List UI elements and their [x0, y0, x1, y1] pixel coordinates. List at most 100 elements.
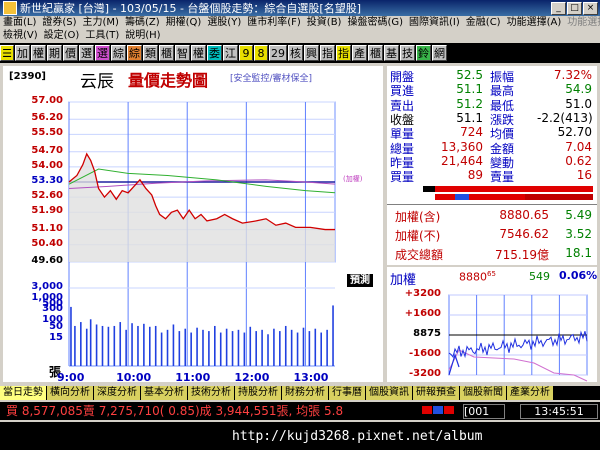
window-title: 新世紀贏家 [台灣] - 103/05/15 - 台盤個股走勢：綜合自選股[名望… [20, 2, 361, 15]
mini-index-change: 549 [529, 270, 550, 283]
menu-item[interactable]: 功能選擇(B) [564, 16, 600, 29]
toolbar-button[interactable]: 9 [239, 45, 253, 61]
toolbar-button[interactable]: 江 [223, 45, 238, 61]
buy-ratio-blue [455, 194, 469, 200]
analysis-tab[interactable]: 個股新聞 [460, 386, 506, 400]
minimize-button[interactable]: _ [551, 1, 566, 15]
analysis-tab[interactable]: 橫向分析 [47, 386, 93, 400]
toolbar-button[interactable]: 指 [320, 45, 335, 61]
menu-item[interactable]: 選股(Y) [204, 16, 244, 29]
price-tick-label: 50.40 [31, 237, 63, 249]
toolbar-button[interactable]: 選 [95, 45, 110, 61]
analysis-tab[interactable]: 當日走勢 [0, 386, 46, 400]
quote-value: -2.2(413) [537, 110, 593, 125]
taiex-mini-chart-svg [448, 294, 588, 382]
toolbar-button[interactable]: 核 [288, 45, 303, 61]
taiex-mini-chart: 加權 888065 549 0.06% +3200 +1600 8875 -1600 -… [387, 267, 597, 382]
toolbar-button[interactable]: 29 [269, 45, 287, 61]
menu-item[interactable]: 設定(O) [41, 29, 83, 42]
analysis-tab[interactable]: 持股分析 [235, 386, 281, 400]
buy-ratio-bar [435, 194, 525, 200]
close-button[interactable]: × [583, 1, 598, 15]
sector-note[interactable]: [安全監控/審材保全] [230, 71, 312, 84]
index-row: 成交總額 715.19億 18.1 [387, 246, 597, 264]
menu-item[interactable]: 投資(B) [304, 16, 345, 29]
stock-code: [2390] [9, 71, 46, 82]
toolbar-button[interactable]: 櫃 [159, 45, 174, 61]
toolbar-button[interactable]: 指 [336, 45, 351, 61]
analysis-tab[interactable]: 個股資訊 [366, 386, 412, 400]
toolbar-button[interactable]: 綜 [127, 45, 142, 61]
toolbar-button[interactable]: 產 [352, 45, 367, 61]
mini-chart-label: 加權 [390, 273, 417, 288]
toolbar-button[interactable]: 網 [432, 45, 447, 61]
analysis-tab[interactable]: 基本分析 [141, 386, 187, 400]
code-input[interactable]: [001 [463, 404, 505, 419]
time-tick-label: 10:00 [116, 371, 152, 384]
index-label: 加權(含) [395, 210, 441, 224]
quote-row: 收盤 51.1 漲跌 -2.2(413) [387, 110, 597, 127]
menu-item[interactable]: 籌碼(Z) [122, 16, 163, 29]
quote-row: 買進 51.1 最高 54.9 [387, 82, 597, 98]
toolbar-button[interactable]: 技 [400, 45, 415, 61]
menu-item[interactable]: 匯市利率(F) [244, 16, 304, 29]
quote-label: 買量 [390, 170, 415, 185]
quote-value: 51.2 [456, 96, 483, 111]
menu-item[interactable]: 國際資訊(I) [406, 16, 463, 29]
toolbar-button[interactable]: 基 [384, 45, 399, 61]
menu-item[interactable]: 主力(M) [80, 16, 122, 29]
toolbar-button[interactable]: 櫃 [368, 45, 383, 61]
menu-item[interactable]: 檢視(V) [0, 29, 41, 42]
toolbar-button[interactable]: 加 [15, 45, 30, 61]
quote-panel: 開盤 52.5 振幅 7.32% 買進 51.1 最高 54.9 賣出 51.2 最低 51.0 收盤 5… [387, 66, 597, 184]
predict-button[interactable]: 預測 [347, 274, 373, 287]
quote-value: 89 [467, 168, 483, 183]
analysis-tab[interactable]: 研報預查 [413, 386, 459, 400]
quote-value: 21,464 [441, 153, 483, 168]
toolbar-button[interactable]: 委 [207, 45, 222, 61]
status-bar: 買 8,577,085賣 7,275,710( 0.85)成 3,944,551… [0, 402, 600, 420]
toolbar-button[interactable]: 綜 [111, 45, 126, 61]
intraday-chart-panel: [2390] 云辰 量價走勢圖 [安全監控/審材保全] 57.00 56.20 55… [3, 66, 383, 384]
menu-item[interactable]: 證券(S) [39, 16, 79, 29]
analysis-tab[interactable]: 技術分析 [188, 386, 234, 400]
chart-title: 量價走勢圖 [128, 71, 209, 90]
quote-row: 買量 89 賣量 16 [387, 168, 597, 185]
menu-item[interactable]: 畫面(L) [0, 16, 39, 29]
analysis-tab[interactable]: 行事曆 [329, 386, 365, 400]
price-tick-label: 51.10 [31, 222, 63, 234]
menu-item[interactable]: 工具(T) [82, 29, 122, 42]
quote-value: 724 [460, 125, 483, 140]
analysis-tab-bar: 當日走勢 橫向分析 深度分析 基本分析 技術分析 持股分析 財務分析 行事曆 個股資訊 研報預查個… [0, 386, 600, 400]
menu-item[interactable]: 說明(H) [122, 29, 163, 42]
toolbar-button[interactable]: 權 [191, 45, 206, 61]
volume-tick-label: 300 [42, 303, 63, 315]
time-tick-label: 12:00 [234, 371, 270, 384]
analysis-tab[interactable]: 財務分析 [282, 386, 328, 400]
analysis-tab[interactable]: 深度分析 [94, 386, 140, 400]
price-tick-label: 51.90 [31, 205, 63, 217]
menu-item[interactable]: 功能選擇(A) [504, 16, 565, 29]
toolbar-button[interactable]: 價 [63, 45, 78, 61]
toolbar-button[interactable]: 選 [79, 45, 94, 61]
toolbar-button[interactable]: 權 [31, 45, 46, 61]
quote-value: 54.9 [565, 82, 592, 97]
toolbar-button[interactable]: 興 [304, 45, 319, 61]
menu-item[interactable]: 操盤密碼(G) [344, 16, 406, 29]
toolbar-button[interactable]: 期 [47, 45, 62, 61]
toolbar-button[interactable]: 類 [143, 45, 158, 61]
menu-bar-2: 檢視(V) 設定(O) 工具(T) 說明(H) [0, 29, 600, 42]
toolbar-button[interactable]: 智 [175, 45, 190, 61]
menu-item[interactable]: 期權(Q) [163, 16, 205, 29]
maximize-button[interactable]: □ [567, 1, 582, 15]
toolbar-button[interactable]: 鈴 [416, 45, 431, 61]
toolbar-button[interactable]: 8 [254, 45, 268, 61]
analysis-tab[interactable]: 產業分析 [507, 386, 553, 400]
toolbar-button[interactable]: ☰ [0, 45, 14, 61]
market-turnover-text: 買 8,577,085賣 7,275,710( 0.85)成 3,944,551… [6, 404, 344, 418]
quote-row: 單量 724 均價 52.70 [387, 125, 597, 141]
quote-value: 13,360 [441, 139, 483, 154]
index-value: 7546.62 [499, 227, 549, 241]
menu-item[interactable]: 金融(C) [463, 16, 504, 29]
status-indicator-red-2 [444, 406, 454, 414]
